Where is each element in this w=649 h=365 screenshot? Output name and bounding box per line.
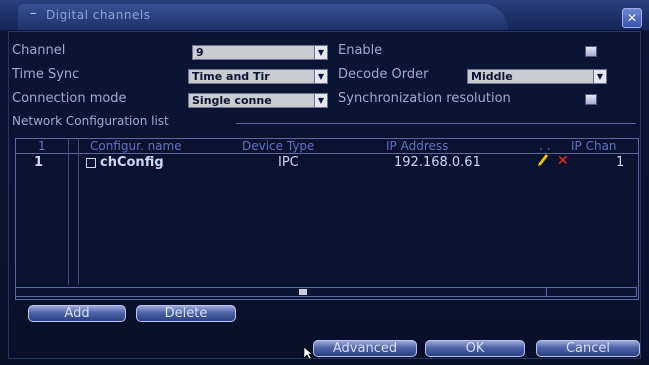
header-ip-address[interactable]: IP Address — [386, 139, 448, 153]
time-sync-select[interactable]: Time and Tir ▼ — [188, 69, 328, 84]
decode-order-value: Middle — [471, 70, 513, 83]
header-index: 1 — [38, 139, 46, 153]
network-config-section-label: Network Configuration list — [12, 114, 169, 128]
column-divider — [68, 139, 69, 285]
row-ip-address: 192.168.0.61 — [394, 155, 481, 170]
list-header: 1 Configur. name Device Type IP Address … — [16, 139, 638, 154]
header-marks: . . — [539, 139, 551, 153]
row-ip-channel: 1 — [616, 155, 625, 170]
edit-icon[interactable] — [537, 153, 549, 167]
close-button[interactable]: ✕ — [622, 8, 642, 28]
dropdown-arrow-icon: ▼ — [314, 46, 327, 59]
channel-value: 9 — [196, 46, 204, 59]
header-device-type[interactable]: Device Type — [242, 139, 314, 153]
digital-channels-window: – Digital channels ✕ Channel 9 ▼ Enable … — [0, 0, 649, 365]
header-config-name[interactable]: Configur. name — [90, 139, 182, 153]
dropdown-arrow-icon: ▼ — [314, 94, 327, 107]
enable-label: Enable — [338, 43, 383, 58]
network-config-list[interactable]: 1 Configur. name Device Type IP Address … — [15, 138, 639, 300]
row-device-type: IPC — [278, 155, 299, 170]
scrollbar-divider — [546, 288, 547, 296]
title-dash-icon: – — [30, 6, 37, 21]
channel-label: Channel — [12, 43, 66, 58]
scrollbar-thumb[interactable] — [299, 289, 307, 295]
connection-mode-label: Connection mode — [12, 91, 127, 106]
time-sync-label: Time Sync — [12, 67, 80, 82]
enable-checkbox[interactable] — [585, 46, 597, 57]
delete-icon[interactable]: ✕ — [557, 154, 569, 168]
advanced-button[interactable]: Advanced — [313, 340, 417, 357]
mouse-cursor-icon — [303, 346, 313, 360]
row-config-name: chConfig — [100, 155, 164, 170]
dropdown-arrow-icon: ▼ — [593, 70, 606, 83]
row-checkbox[interactable] — [86, 158, 96, 168]
section-divider — [236, 123, 636, 124]
dropdown-arrow-icon: ▼ — [314, 70, 327, 83]
header-ip-channel[interactable]: IP Chan — [571, 139, 617, 153]
sync-resolution-checkbox[interactable] — [585, 94, 597, 105]
delete-button[interactable]: Delete — [136, 305, 236, 322]
column-divider — [78, 139, 79, 285]
horizontal-scrollbar[interactable] — [15, 287, 637, 297]
add-button[interactable]: Add — [28, 305, 126, 322]
ok-button[interactable]: OK — [425, 340, 525, 357]
connection-mode-value: Single conne — [192, 94, 272, 107]
title-bar: – Digital channels ✕ — [0, 0, 649, 30]
channel-select[interactable]: 9 ▼ — [192, 45, 328, 60]
connection-mode-select[interactable]: Single conne ▼ — [188, 93, 328, 108]
window-title: Digital channels — [46, 8, 151, 22]
row-index: 1 — [34, 155, 44, 170]
sync-resolution-label: Synchronization resolution — [338, 91, 511, 106]
decode-order-select[interactable]: Middle ▼ — [467, 69, 607, 84]
cancel-button[interactable]: Cancel — [536, 340, 640, 357]
time-sync-value: Time and Tir — [192, 70, 270, 83]
close-icon: ✕ — [626, 11, 638, 25]
decode-order-label: Decode Order — [338, 67, 429, 82]
